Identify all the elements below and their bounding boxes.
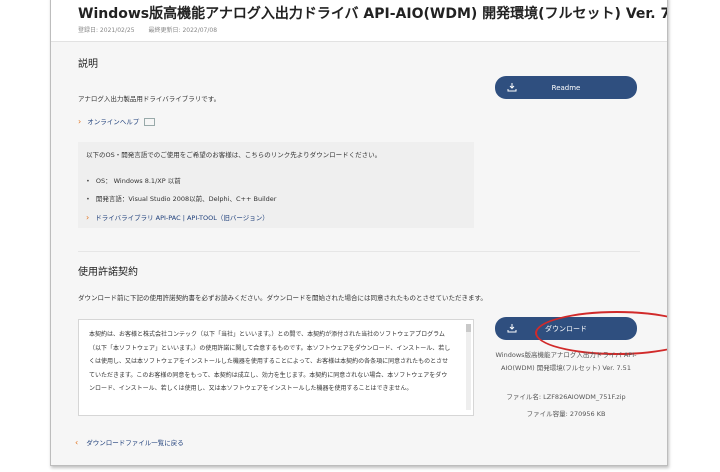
- legacy-os-item: OS： Windows 8.1/XP 以前: [86, 175, 181, 185]
- readme-button-label: Readme: [551, 83, 581, 92]
- page-frame: Windows版高機能アナログ入出力ドライバ API-AIO(WDM) 開発環境…: [50, 0, 668, 466]
- chevron-right-icon: ›: [78, 117, 82, 126]
- description-text: アナログ入出力製品用ドライバライブラリです。: [78, 95, 221, 103]
- online-help-link[interactable]: › オンラインヘルプ: [78, 116, 156, 126]
- readme-button[interactable]: Readme: [495, 76, 637, 99]
- legacy-driver-label: ドライバライブラリ API-PAC | API-TOOL（旧バージョン）: [95, 214, 269, 222]
- page-dates: 登録日: 2021/02/25 最終更新日: 2022/07/08: [78, 25, 217, 34]
- updated-date: 最終更新日: 2022/07/08: [148, 27, 218, 34]
- download-file-size: ファイル容量: 270956 KB: [526, 410, 606, 418]
- license-text: 本契約は、お客様と株式会社コンテック（以下「当社」といいます。）との間で、本契約…: [89, 331, 451, 393]
- page-title: Windows版高機能アナログ入出力ドライバ API-AIO(WDM) 開発環境…: [78, 6, 668, 22]
- description-heading: 説明: [78, 59, 98, 70]
- legacy-language-item: 開発言語：Visual Studio 2008以前、Delphi、C++ Bui…: [86, 193, 277, 203]
- license-scrollbar[interactable]: [466, 324, 471, 410]
- online-help-label: オンラインヘルプ: [87, 118, 140, 126]
- license-intro: ダウンロード前に下記の使用許諾契約書を必ずお読みください。ダウンロードを開始され…: [78, 294, 487, 302]
- legacy-driver-link[interactable]: › ドライバライブラリ API-PAC | API-TOOL（旧バージョン）: [86, 212, 269, 222]
- download-icon: [507, 324, 517, 333]
- back-to-list-label: ダウンロードファイル一覧に戻る: [86, 439, 184, 447]
- back-to-list-link[interactable]: ‹ ダウンロードファイル一覧に戻る: [75, 437, 184, 447]
- scrollbar-thumb[interactable]: [466, 324, 471, 332]
- license-textbox[interactable]: 本契約は、お客様と株式会社コンテック（以下「当社」といいます。）との間で、本契約…: [78, 319, 474, 416]
- download-file-name: ファイル名: LZF826AIOWDM_751F.zip: [506, 393, 626, 401]
- download-icon: [507, 83, 517, 92]
- chevron-left-icon: ‹: [75, 438, 79, 447]
- license-heading: 使用許諾契約: [78, 267, 138, 278]
- registered-date: 登録日: 2021/02/25: [78, 27, 135, 34]
- download-product-name: Windows版高機能アナログ入出力ドライバ API-AIO(WDM) 開発環境…: [495, 351, 637, 372]
- section-divider: [78, 251, 640, 252]
- legacy-notice-text: 以下のOS・開発言語でのご使用をご希望のお客様は、こちらのリンク先よりダウンロー…: [86, 151, 382, 159]
- external-window-icon: [144, 118, 156, 126]
- chevron-right-icon: ›: [86, 213, 90, 222]
